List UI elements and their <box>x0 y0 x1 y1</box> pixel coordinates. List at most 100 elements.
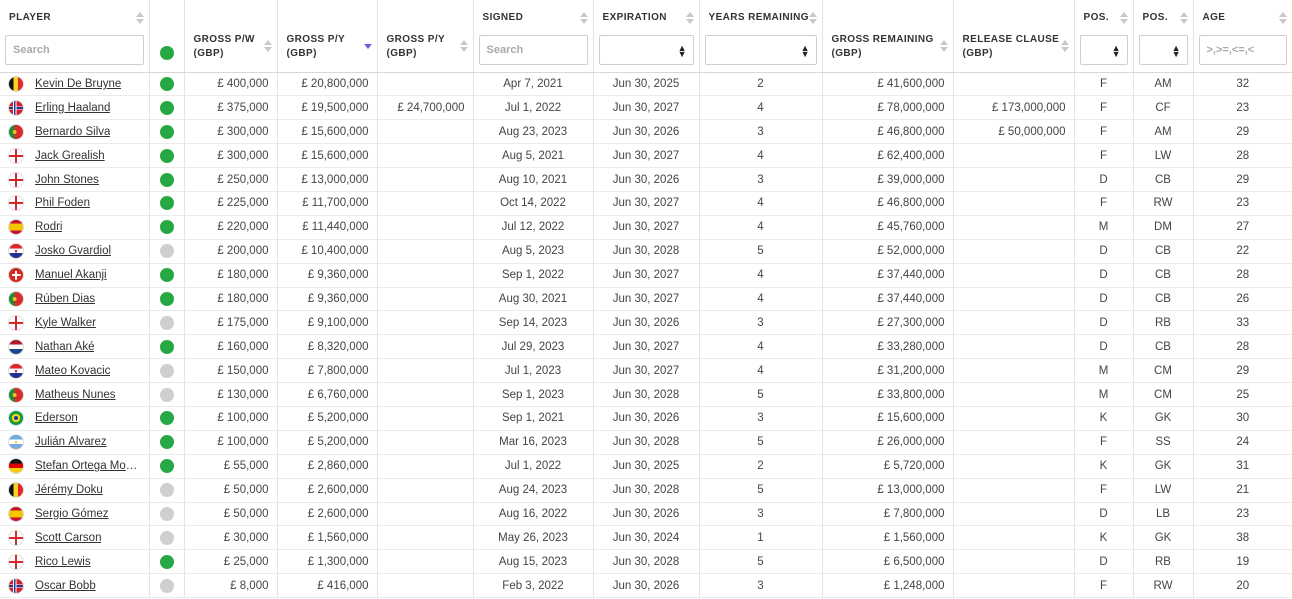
years-remaining-select[interactable]: ▲ ▼ <box>704 35 817 65</box>
table-row[interactable]: Rico Lewis £ 25,000 £ 1,300,000 Aug 15, 202… <box>0 549 1292 575</box>
sort-icon[interactable] <box>685 12 694 26</box>
player-name-link[interactable]: Rodri <box>35 221 62 233</box>
table-row[interactable]: Oscar Bobb £ 8,000 £ 416,000 Feb 3, 2022 Jun… <box>0 573 1292 599</box>
portugal-flag-icon <box>8 290 24 307</box>
player-name-link[interactable]: John Stones <box>35 174 99 186</box>
player-name-link[interactable]: Rico Lewis <box>35 556 91 568</box>
expiration-cell: Jun 30, 2027 <box>593 358 700 384</box>
table-row[interactable]: Matheus Nunes £ 130,000 £ 6,760,000 Sep 1, … <box>0 382 1292 407</box>
pos-1-cell: M <box>1074 382 1134 407</box>
col-player-label: PLAYER <box>9 12 52 23</box>
signed-search-input[interactable]: Search <box>478 35 588 65</box>
gross-py-cell: £ 15,600,000 <box>277 119 378 145</box>
player-name-link[interactable]: Phil Foden <box>35 197 90 209</box>
player-name-link[interactable]: Erling Haaland <box>35 102 110 114</box>
table-row[interactable]: Sergio Gómez £ 50,000 £ 2,600,000 Aug 16, 2… <box>0 502 1292 527</box>
gross-pw-cell: £ 250,000 <box>184 167 278 192</box>
col-expiration[interactable]: EXPIRATION ▲ ▼ <box>593 0 700 73</box>
player-name-link[interactable]: Jérémy Doku <box>35 484 103 496</box>
gross-remaining-cell: £ 37,440,000 <box>822 263 954 288</box>
col-gross-pw[interactable]: GROSS P/W (GBP) <box>184 0 278 73</box>
sort-icon[interactable] <box>808 12 817 26</box>
player-name-link[interactable]: Scott Carson <box>35 532 101 544</box>
col-years-remaining[interactable]: YEARS REMAINING ▲ ▼ <box>699 0 823 73</box>
table-row[interactable]: Erling Haaland £ 375,000 £ 19,500,000 £ 24,… <box>0 95 1292 121</box>
sort-icon[interactable] <box>1060 40 1069 54</box>
col-player[interactable]: PLAYER Search <box>0 0 150 73</box>
player-name-link[interactable]: Matheus Nunes <box>35 389 116 401</box>
table-row[interactable]: Phil Foden £ 225,000 £ 11,700,000 Oct 14, 2… <box>0 191 1292 216</box>
table-row[interactable]: Josko Gvardiol £ 200,000 £ 10,400,000 Aug 5… <box>0 239 1292 264</box>
col-age[interactable]: AGE >,>=,<=,< <box>1193 0 1292 73</box>
table-row[interactable]: Jack Grealish £ 300,000 £ 15,600,000 Aug 5,… <box>0 143 1292 169</box>
player-name-link[interactable]: Mateo Kovacic <box>35 365 110 377</box>
col-gross-py[interactable]: GROSS P/Y (GBP) <box>277 0 378 73</box>
active-cell <box>149 143 185 169</box>
sort-icon[interactable] <box>135 12 144 26</box>
player-name-link[interactable]: Ederson <box>35 412 78 424</box>
pos-1-cell: D <box>1074 263 1134 288</box>
expiration-cell: Jun 30, 2028 <box>593 549 700 575</box>
table-row[interactable]: Rúben Dias £ 180,000 £ 9,360,000 Aug 30, 20… <box>0 287 1292 312</box>
release-clause-cell <box>953 358 1075 384</box>
player-name-link[interactable]: Stefan Ortega Mor… <box>35 460 141 472</box>
expiration-cell: Jun 30, 2027 <box>593 191 700 216</box>
table-row[interactable]: Stefan Ortega Mor… £ 55,000 £ 2,860,000 Jul… <box>0 454 1292 479</box>
player-name-link[interactable]: Julián Álvarez <box>35 436 107 448</box>
croatia-flag-icon <box>8 362 24 379</box>
years-remaining-cell: 1 <box>699 525 823 551</box>
col-gross-py-2[interactable]: GROSS P/Y (GBP) <box>377 0 474 73</box>
active-cell <box>149 358 185 384</box>
player-name-link[interactable]: Sergio Gómez <box>35 508 109 520</box>
player-name-link[interactable]: Oscar Bobb <box>35 580 96 592</box>
col-gross-remaining[interactable]: GROSS REMAINING (GBP) <box>822 0 954 73</box>
col-release-clause[interactable]: RELEASE CLAUSE (GBP) <box>953 0 1075 73</box>
table-row[interactable]: Scott Carson £ 30,000 £ 1,560,000 May 26, 2… <box>0 525 1292 551</box>
player-name-link[interactable]: Kevin De Bruyne <box>35 78 121 90</box>
col-pos-1[interactable]: POS. ▲ ▼ <box>1074 0 1134 73</box>
gross-py-2-cell <box>377 382 474 407</box>
table-row[interactable]: Kyle Walker £ 175,000 £ 9,100,000 Sep 14, 2… <box>0 310 1292 336</box>
age-filter-input[interactable]: >,>=,<=,< <box>1198 35 1287 65</box>
pos-1-select[interactable]: ▲ ▼ <box>1079 35 1128 65</box>
player-name-link[interactable]: Josko Gvardiol <box>35 245 111 257</box>
table-row[interactable]: Bernardo Silva £ 300,000 £ 15,600,000 Aug 2… <box>0 119 1292 145</box>
player-name-link[interactable]: Jack Grealish <box>35 150 105 162</box>
expiration-select[interactable]: ▲ ▼ <box>598 35 694 65</box>
col-signed[interactable]: SIGNED Search <box>473 0 594 73</box>
table-row[interactable]: Rodri £ 220,000 £ 11,440,000 Jul 12, 2022 Ju… <box>0 215 1292 240</box>
player-name-link[interactable]: Bernardo Silva <box>35 126 110 138</box>
england-flag-icon <box>8 314 24 331</box>
player-name-link[interactable]: Manuel Akanji <box>35 269 107 281</box>
player-name-link[interactable]: Nathan Aké <box>35 341 94 353</box>
active-cell <box>149 382 185 407</box>
years-remaining-cell: 2 <box>699 72 823 97</box>
sort-icon[interactable] <box>263 40 272 54</box>
table-row[interactable]: Mateo Kovacic £ 150,000 £ 7,800,000 Jul 1, … <box>0 358 1292 384</box>
table-row[interactable]: Jérémy Doku £ 50,000 £ 2,600,000 Aug 24, 20… <box>0 478 1292 503</box>
sort-desc-icon[interactable] <box>363 40 372 54</box>
table-row[interactable]: Kevin De Bruyne £ 400,000 £ 20,800,000 Apr … <box>0 72 1292 97</box>
pos-2-cell: AM <box>1133 72 1194 97</box>
pos-2-select[interactable]: ▲ ▼ <box>1138 35 1188 65</box>
age-cell: 33 <box>1193 310 1292 336</box>
player-name-link[interactable]: Rúben Dias <box>35 293 95 305</box>
check-icon <box>159 148 174 163</box>
table-row[interactable]: Nathan Aké £ 160,000 £ 8,320,000 Jul 29, 20… <box>0 334 1292 360</box>
table-row[interactable]: Manuel Akanji £ 180,000 £ 9,360,000 Sep 1, … <box>0 263 1292 288</box>
sort-icon[interactable] <box>1119 12 1128 26</box>
table-row[interactable]: Julián Álvarez £ 100,000 £ 5,200,000 Mar 16… <box>0 430 1292 455</box>
sort-icon[interactable] <box>939 40 948 54</box>
table-row[interactable]: John Stones £ 250,000 £ 13,000,000 Aug 10, … <box>0 167 1292 192</box>
sort-icon[interactable] <box>459 40 468 54</box>
gross-py-cell: £ 416,000 <box>277 573 378 599</box>
gross-py-2-cell <box>377 310 474 336</box>
player-name-link[interactable]: Kyle Walker <box>35 317 96 329</box>
col-pos-2[interactable]: POS. ▲ ▼ <box>1133 0 1194 73</box>
sort-icon[interactable] <box>1179 12 1188 26</box>
table-row[interactable]: Ederson £ 100,000 £ 5,200,000 Sep 1, 2021 Ju… <box>0 406 1292 431</box>
sort-icon[interactable] <box>579 12 588 26</box>
player-search-input[interactable]: Search <box>5 35 144 65</box>
sort-icon[interactable] <box>1279 12 1287 26</box>
check-icon <box>159 196 174 211</box>
